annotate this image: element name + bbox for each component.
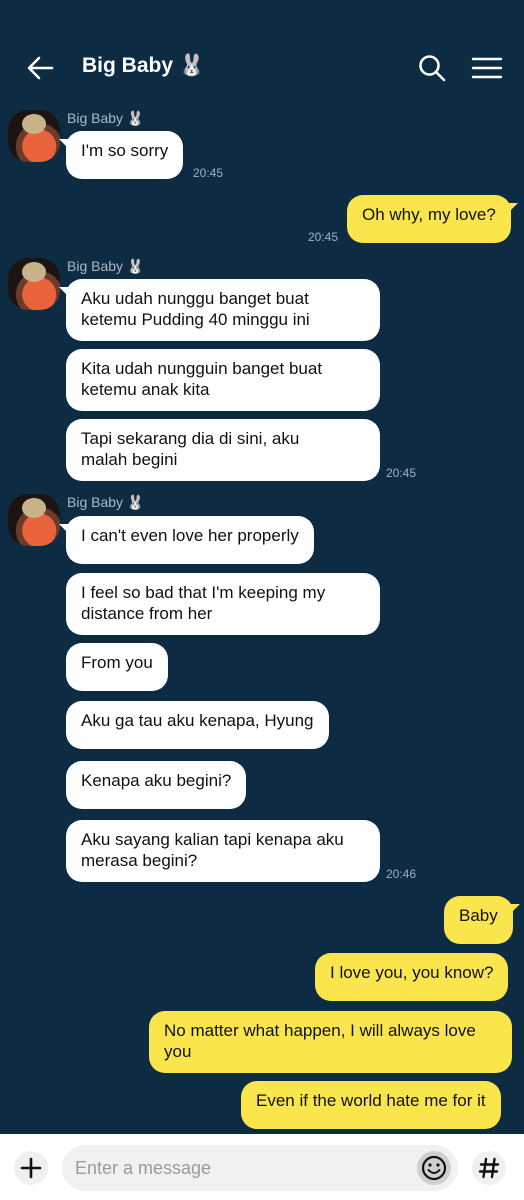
incoming-message-bubble[interactable]: I can't even love her properly bbox=[59, 516, 314, 564]
incoming-message-bubble[interactable]: Kita udah nungguin banget buat ketemu an… bbox=[66, 349, 380, 411]
incoming-message-bubble[interactable]: Tapi sekarang dia di sini, aku malah beg… bbox=[66, 419, 380, 481]
incoming-message-bubble[interactable]: Aku ga tau aku kenapa, Hyung bbox=[66, 701, 329, 749]
hashtag-icon[interactable] bbox=[472, 1151, 506, 1185]
message-timestamp: 20:45 bbox=[386, 466, 417, 480]
message-input-bar bbox=[0, 1134, 524, 1200]
plus-icon[interactable] bbox=[14, 1151, 48, 1185]
hamburger-menu-icon[interactable] bbox=[470, 52, 504, 84]
incoming-message-bubble[interactable]: Aku udah nunggu banget buat ketemu Puddi… bbox=[59, 279, 380, 341]
avatar[interactable] bbox=[8, 110, 60, 162]
back-arrow-icon[interactable] bbox=[24, 52, 56, 84]
outgoing-message-bubble[interactable]: Even if the world hate me for it bbox=[241, 1081, 501, 1129]
outgoing-message-bubble[interactable]: I love you, you know? bbox=[315, 953, 509, 1001]
incoming-message-bubble[interactable]: Aku sayang kalian tapi kenapa aku merasa… bbox=[66, 820, 380, 882]
outgoing-message-bubble[interactable]: Baby bbox=[444, 896, 520, 944]
outgoing-message-bubble[interactable]: Oh why, my love? bbox=[347, 195, 518, 243]
message-timestamp: 20:45 bbox=[308, 230, 339, 244]
message-timestamp: 20:45 bbox=[193, 166, 224, 180]
sender-name: Big Baby 🐰 bbox=[67, 258, 145, 274]
message-input[interactable] bbox=[62, 1145, 458, 1191]
chat-header: Big Baby 🐰 bbox=[0, 0, 524, 112]
incoming-message-bubble[interactable]: I feel so bad that I'm keeping my distan… bbox=[66, 573, 380, 635]
message-timestamp: 20:46 bbox=[386, 867, 417, 881]
emoji-icon[interactable] bbox=[417, 1151, 451, 1185]
incoming-message-bubble[interactable]: From you bbox=[66, 643, 168, 691]
search-icon[interactable] bbox=[416, 52, 448, 84]
outgoing-message-bubble[interactable]: No matter what happen, I will always lov… bbox=[149, 1011, 512, 1073]
sender-name: Big Baby 🐰 bbox=[67, 110, 145, 126]
avatar[interactable] bbox=[8, 494, 60, 546]
chat-title[interactable]: Big Baby 🐰 bbox=[82, 54, 205, 78]
avatar[interactable] bbox=[8, 258, 60, 310]
incoming-message-bubble[interactable]: I'm so sorry bbox=[58, 131, 184, 179]
sender-name: Big Baby 🐰 bbox=[67, 494, 145, 510]
incoming-message-bubble[interactable]: Kenapa aku begini? bbox=[66, 761, 247, 809]
